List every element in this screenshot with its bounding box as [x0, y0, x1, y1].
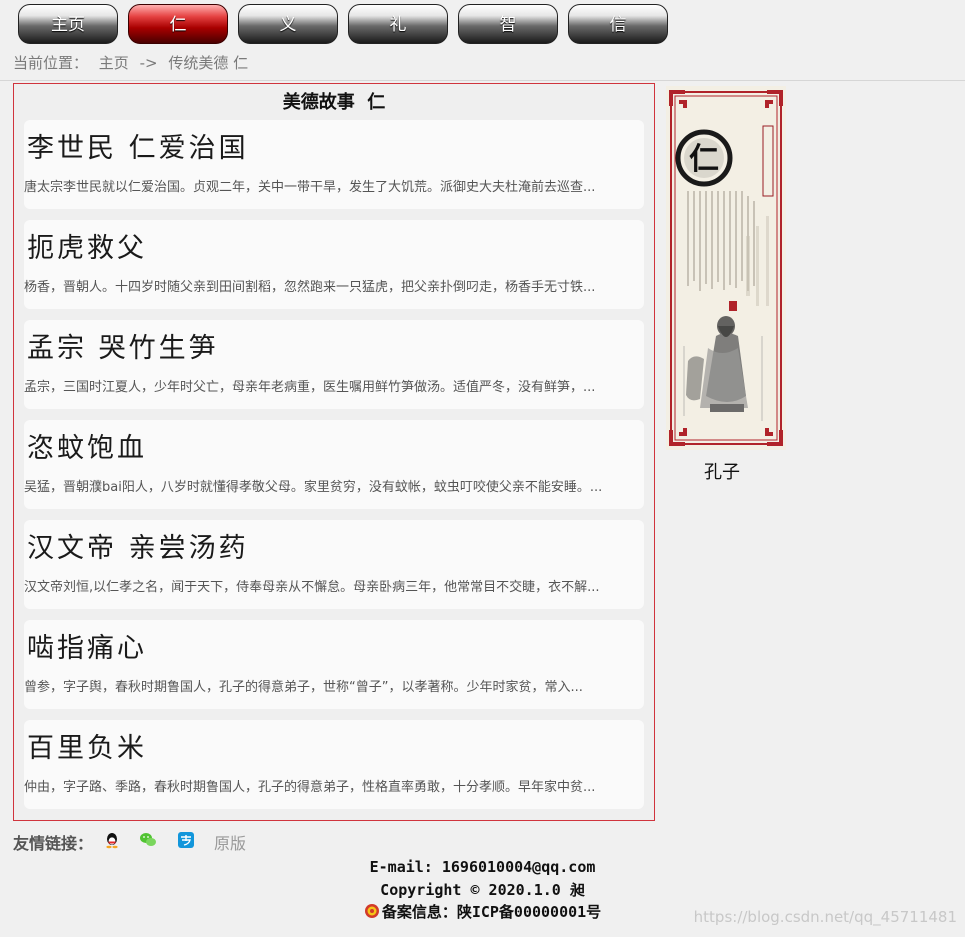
story-card[interactable]: 孟宗 哭竹生笋 孟宗，三国时江夏人，少年时父亡，母亲年老病重，医生嘱用鲜竹笋做汤…: [24, 320, 644, 409]
story-title: 恣蚊饱血: [27, 433, 147, 464]
story-title: 扼虎救父: [27, 233, 147, 264]
story-summary: 唐太宗李世民就以仁爱治国。贞观二年，关中一带干旱，发生了大饥荒。派御史大夫杜淹前…: [24, 180, 596, 195]
story-card[interactable]: 百里负米 仲由，字子路、季路，春秋时期鲁国人，孔子的得意弟子，性格直率勇敢，十分…: [24, 720, 644, 809]
wechat-icon[interactable]: [139, 831, 157, 849]
story-title: 百里负米: [27, 733, 147, 764]
story-card[interactable]: 汉文帝 亲尝汤药 汉文帝刘恒,以仁孝之名，闻于天下，侍奉母亲从不懈怠。母亲卧病三…: [24, 520, 644, 609]
police-badge-icon: [364, 903, 380, 919]
panel-title: 美德故事 仁: [282, 92, 386, 113]
breadcrumb-label: 当前位置：: [13, 54, 89, 72]
watermark: https://blog.csdn.net/qq_45711481: [693, 908, 957, 926]
story-card[interactable]: 李世民 仁爱治国 唐太宗李世民就以仁爱治国。贞观二年，关中一带干旱，发生了大饥荒…: [24, 120, 644, 209]
footer-email: E-mail: 1696010004@qq.com: [369, 858, 596, 876]
top-divider: [0, 80, 965, 81]
story-summary: 杨香，晋朝人。十四岁时随父亲到田间割稻，忽然跑来一只猛虎，把父亲扑倒叼走，杨香手…: [24, 280, 596, 295]
breadcrumb-separator: ->: [139, 54, 158, 72]
story-card[interactable]: 恣蚊饱血 吴猛，晋朝濮bai阳人，八岁时就懂得孝敬父母。家里贫穷，没有蚊帐，蚊虫…: [24, 420, 644, 509]
nav-xin-button[interactable]: 信: [568, 4, 668, 44]
story-summary: 曾参，字子舆，春秋时期鲁国人，孔子的得意弟子，世称“曾子”，以孝著称。少年时家贫…: [24, 680, 583, 695]
nav-li-button[interactable]: 礼: [348, 4, 448, 44]
story-summary: 汉文帝刘恒,以仁孝之名，闻于天下，侍奉母亲从不懈怠。母亲卧病三年，他常常目不交睫…: [24, 580, 600, 595]
alipay-icon[interactable]: [177, 831, 195, 849]
scroll-character: 仁: [689, 142, 719, 177]
story-title: 李世民 仁爱治国: [27, 133, 249, 164]
nav-home-button[interactable]: 主页: [18, 4, 118, 44]
breadcrumb: 当前位置： 主页 -> 传统美德 仁: [13, 52, 248, 73]
story-summary: 仲由，字子路、季路，春秋时期鲁国人，孔子的得意弟子，性格直率勇敢，十分孝顺。早年…: [24, 780, 596, 795]
nav-yi-button[interactable]: 义: [238, 4, 338, 44]
nav-ren-button[interactable]: 仁: [128, 4, 228, 44]
story-summary: 吴猛，晋朝濮bai阳人，八岁时就懂得孝敬父母。家里贫穷，没有蚊帐，蚊虫叮咬使父亲…: [24, 480, 603, 495]
confucius-scroll-image: 仁: [666, 86, 786, 450]
side-caption: 孔子: [704, 462, 740, 483]
story-summary: 孟宗，三国时江夏人，少年时父亡，母亲年老病重，医生嘱用鲜竹笋做汤。适值严冬，没有…: [24, 380, 596, 395]
breadcrumb-current: 传统美德 仁: [168, 54, 249, 72]
friend-links-label: 友情链接：: [13, 834, 94, 853]
story-title: 孟宗 哭竹生笋: [27, 333, 219, 364]
qq-icon[interactable]: [103, 831, 121, 849]
story-card[interactable]: 啮指痛心 曾参，字子舆，春秋时期鲁国人，孔子的得意弟子，世称“曾子”，以孝著称。…: [24, 620, 644, 709]
nav-zhi-button[interactable]: 智: [458, 4, 558, 44]
footer-copyright: Copyright © 2020.1.0 昶: [380, 881, 585, 899]
footer-record-text[interactable]: 备案信息：陕ICP备00000001号: [382, 903, 601, 921]
original-link[interactable]: 原版: [214, 830, 246, 854]
story-title: 汉文帝 亲尝汤药: [27, 533, 249, 564]
story-card[interactable]: 扼虎救父 杨香，晋朝人。十四岁时随父亲到田间割稻，忽然跑来一只猛虎，把父亲扑倒叼…: [24, 220, 644, 309]
story-panel: 美德故事 仁 李世民 仁爱治国 唐太宗李世民就以仁爱治国。贞观二年，关中一带干旱…: [13, 83, 655, 821]
story-title: 啮指痛心: [27, 633, 147, 664]
breadcrumb-home-link[interactable]: 主页: [99, 54, 129, 72]
